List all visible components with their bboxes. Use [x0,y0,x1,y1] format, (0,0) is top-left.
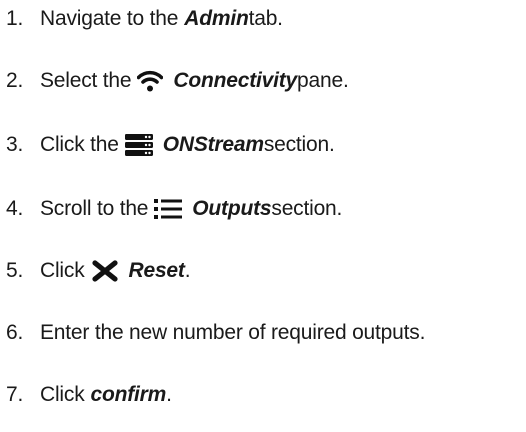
step-number: 7. [6,383,24,406]
step-4: 4. Scroll to the Outputs section. [0,194,342,224]
ui-term-outputs: Outputs [192,197,272,220]
step-2: 2. Select the Connectivity pane. [0,66,349,96]
step-3: 3. Click the ONStream section. [0,130,335,160]
step-text: Scroll to the [40,197,149,220]
step-text-end: section. [263,133,335,156]
ui-term-onstream: ONStream [162,133,264,156]
close-x-icon [91,260,119,282]
step-number: 3. [6,133,24,156]
step-6: 6. Enter the new number of required outp… [0,318,425,348]
step-number: 1. [6,7,24,30]
wifi-icon [137,69,164,93]
step-text: Enter the new number of required outputs… [40,321,426,344]
step-text-end: tab. [248,7,283,30]
step-text-end: pane. [297,69,349,92]
ui-term-confirm: confirm [90,383,167,406]
step-text: Click the [40,133,119,156]
ui-term-reset: Reset [128,259,185,282]
step-number: 5. [6,259,24,282]
step-text-end: . [166,383,172,406]
ui-term-connectivity: Connectivity [173,69,298,92]
step-5: 5. Click Reset . [0,256,191,286]
step-1: 1. Navigate to the Admin tab. [0,4,283,34]
ui-term-admin: Admin [184,7,249,30]
step-text-end: section. [271,197,343,220]
list-icon [154,198,183,220]
step-text-end: . [184,259,191,282]
step-text: Select the [40,69,132,92]
step-7: 7. Click confirm . [0,380,172,410]
step-text: Click [40,383,85,406]
server-stack-icon [124,134,153,156]
step-number: 6. [6,321,24,344]
step-text: Click [40,259,85,282]
step-number: 4. [6,197,24,220]
step-number: 2. [6,69,24,92]
step-text: Navigate to the [40,7,179,30]
